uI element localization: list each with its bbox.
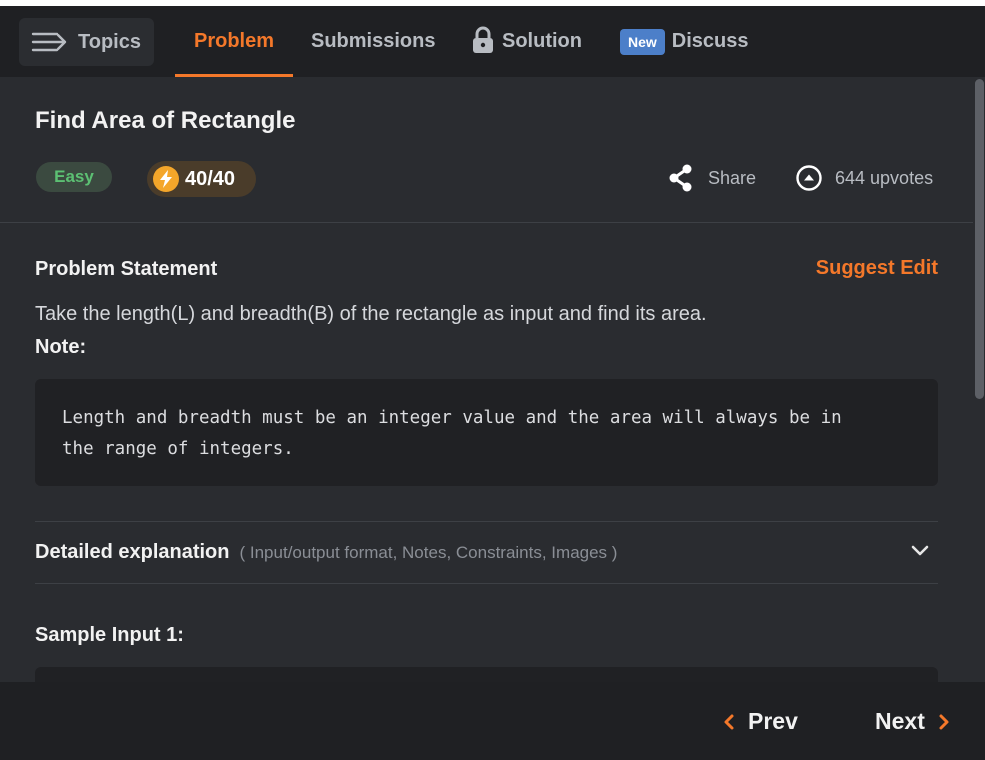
topics-button[interactable]: Topics <box>19 18 154 66</box>
upvotes-count: 644 upvotes <box>835 167 934 188</box>
upvote-circle-icon <box>796 165 822 191</box>
tab-bar: Topics Problem Submissions Solution New … <box>0 6 985 77</box>
chevron-left-icon <box>724 714 734 729</box>
score-text: 40/40 <box>185 167 236 190</box>
prev-label: Prev <box>748 708 798 734</box>
footer-nav: Prev Next <box>0 682 985 760</box>
tab-submissions-label: Submissions <box>311 30 436 52</box>
new-badge: New <box>620 28 665 55</box>
tab-problem-label: Problem <box>193 30 275 52</box>
note-code-block: Length and breadth must be an integer va… <box>35 379 938 486</box>
tab-discuss-label: Discuss <box>671 30 749 52</box>
share-button[interactable]: Share <box>668 164 756 192</box>
scrollbar-track[interactable] <box>973 77 985 682</box>
problem-statement-text: Take the length(L) and breadth(B) of the… <box>35 303 707 325</box>
prev-button[interactable]: Prev <box>722 708 798 735</box>
sample-input-heading: Sample Input 1: <box>35 624 184 646</box>
note-label: Note: <box>35 336 87 358</box>
note-line: the range of integers. <box>62 439 294 459</box>
explanation-title: Detailed explanation <box>35 541 230 563</box>
problem-content[interactable]: Find Area of Rectangle Easy 40/40 Share … <box>0 77 985 682</box>
suggest-edit-link[interactable]: Suggest Edit <box>816 257 938 280</box>
menu-arrow-icon <box>31 32 67 52</box>
share-icon <box>669 164 692 192</box>
tab-solution-label: Solution <box>502 30 582 52</box>
problem-page: Topics Problem Submissions Solution New … <box>0 6 985 760</box>
topics-label: Topics <box>78 30 141 53</box>
next-label: Next <box>875 708 925 734</box>
note-line: Length and breadth must be an integer va… <box>62 408 842 428</box>
lightning-bolt-icon <box>153 166 179 192</box>
scrollbar-thumb[interactable] <box>975 79 984 399</box>
tab-solution[interactable]: Solution <box>472 6 582 77</box>
chevron-down-icon <box>911 545 929 556</box>
sample-input-block <box>35 667 938 682</box>
problem-title: Find Area of Rectangle <box>35 107 296 134</box>
next-button[interactable]: Next <box>875 708 951 735</box>
tab-submissions[interactable]: Submissions <box>311 6 435 77</box>
header-divider <box>0 222 973 223</box>
problem-statement-heading: Problem Statement <box>35 258 218 280</box>
upvote-button[interactable]: 644 upvotes <box>795 164 933 192</box>
explanation-subtitle: ( Input/output format, Notes, Constraint… <box>239 542 618 562</box>
tab-discuss[interactable]: New Discuss <box>620 6 749 77</box>
chevron-right-icon <box>939 714 949 729</box>
share-label: Share <box>708 167 757 188</box>
tab-problem[interactable]: Problem <box>175 6 293 77</box>
score-badge: 40/40 <box>147 161 256 197</box>
detailed-explanation-toggle[interactable]: Detailed explanation ( Input/output form… <box>35 522 938 583</box>
difficulty-badge: Easy <box>36 162 112 192</box>
explanation-divider-bottom <box>35 583 938 584</box>
lock-icon <box>473 26 493 53</box>
